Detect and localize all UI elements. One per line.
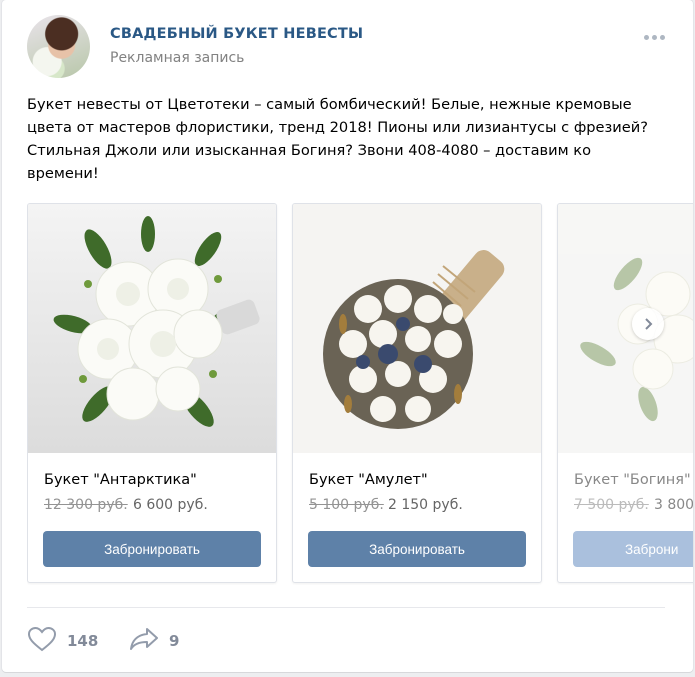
book-button[interactable]: Забронировать xyxy=(308,531,526,567)
product-name[interactable]: Букет "Амулет" xyxy=(309,472,428,488)
community-title[interactable]: СВАДЕБНЫЙ БУКЕТ НЕВЕСТЫ xyxy=(110,26,363,42)
post-text-line: цвета от мастеров флористики, тренд 2018… xyxy=(27,119,648,136)
post-subtitle: Рекламная запись xyxy=(110,50,245,66)
old-price: 5 100 руб. xyxy=(309,497,384,513)
share-arrow-icon xyxy=(129,626,159,656)
new-price: 2 150 руб. xyxy=(388,497,463,513)
product-card[interactable]: Букет "Амулет" 5 100 руб. 2 150 руб. Заб… xyxy=(292,203,542,583)
ad-post: СВАДЕБНЫЙ БУКЕТ НЕВЕСТЫ Рекламная запись… xyxy=(2,0,693,672)
divider xyxy=(27,607,665,608)
post-text-line: времени! xyxy=(27,165,99,182)
product-name[interactable]: Букет "Антарктика" xyxy=(44,472,197,488)
post-text-line: Стильная Джоли или изысканная Богиня? Зв… xyxy=(27,142,592,159)
share-count: 9 xyxy=(169,632,180,650)
product-name[interactable]: Букет "Богиня" xyxy=(574,472,691,488)
product-card[interactable]: Букет "Богиня" 7 500 руб. 3 800 Заброни xyxy=(557,203,693,583)
product-card[interactable]: Букет "Антарктика" 12 300 руб. 6 600 руб… xyxy=(27,203,277,583)
share-button[interactable]: 9 xyxy=(129,626,179,656)
like-button[interactable]: 148 xyxy=(27,626,98,656)
avatar[interactable] xyxy=(27,15,90,78)
book-button[interactable]: Заброни xyxy=(573,531,693,567)
like-count: 148 xyxy=(67,632,99,650)
product-image[interactable] xyxy=(293,204,541,453)
heart-icon xyxy=(27,626,57,656)
product-carousel: Букет "Антарктика" 12 300 руб. 6 600 руб… xyxy=(27,203,693,585)
product-image[interactable] xyxy=(28,204,276,453)
product-image[interactable] xyxy=(558,204,693,453)
book-button[interactable]: Забронировать xyxy=(43,531,261,567)
post-text-line: Букет невесты от Цветотеки – самый бомби… xyxy=(27,96,632,113)
old-price: 7 500 руб. xyxy=(574,497,649,513)
new-price: 3 800 xyxy=(654,497,693,513)
chevron-right-icon[interactable] xyxy=(632,308,664,340)
new-price: 6 600 руб. xyxy=(133,497,208,513)
old-price: 12 300 руб. xyxy=(44,497,128,513)
post-text: Букет невесты от Цветотеки – самый бомби… xyxy=(27,93,667,185)
more-dots-icon[interactable] xyxy=(640,30,668,44)
